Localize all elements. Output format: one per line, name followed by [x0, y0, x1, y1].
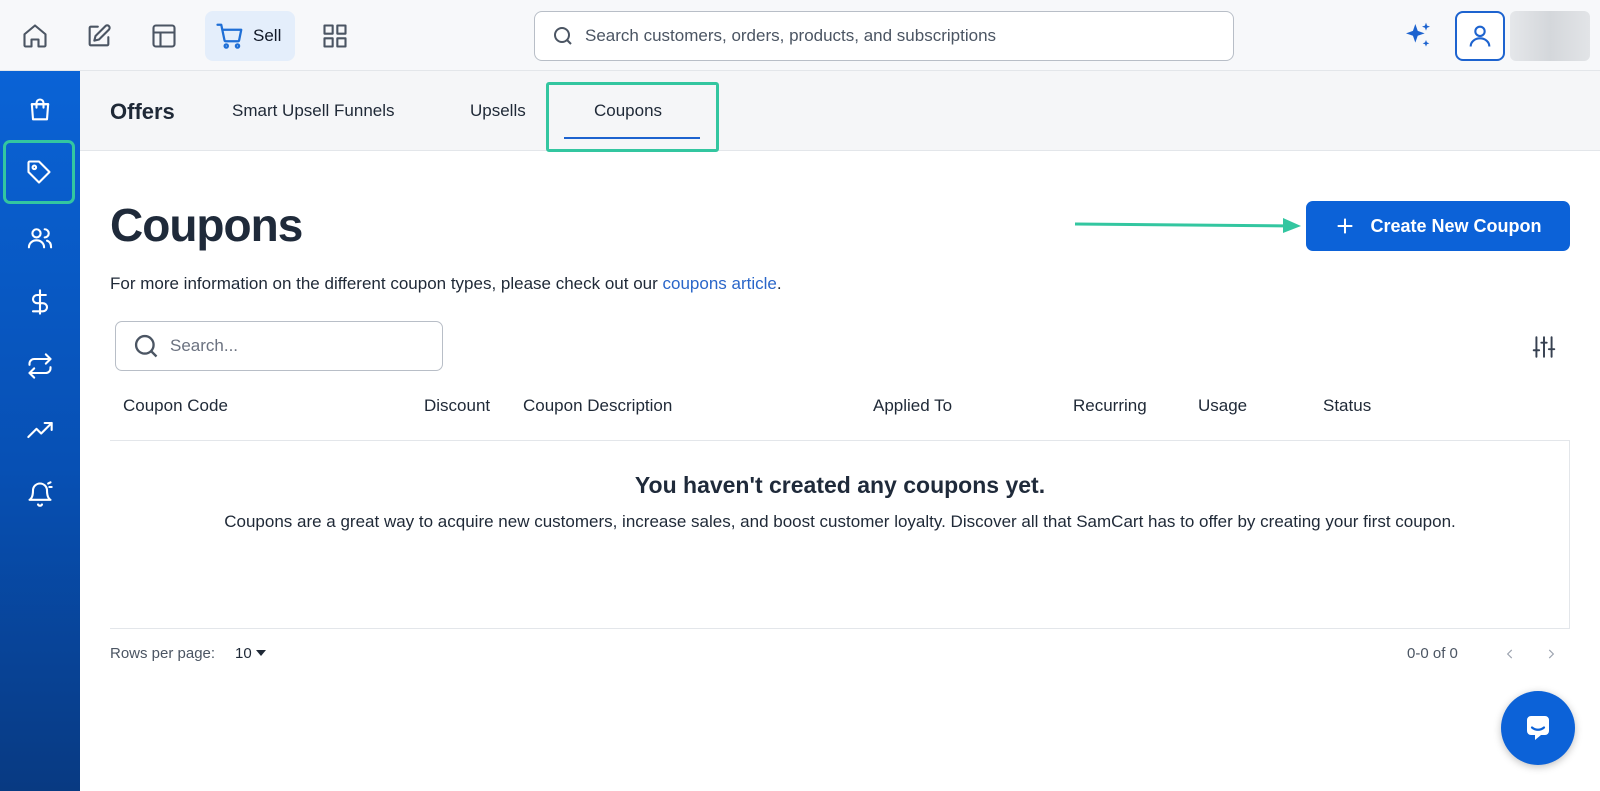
column-header-applied-to[interactable]: Applied To	[873, 396, 952, 416]
coupon-search-input[interactable]	[170, 336, 430, 356]
column-header-coupon-code[interactable]: Coupon Code	[123, 396, 228, 416]
chat-support-button[interactable]	[1501, 691, 1575, 765]
user-profile-button[interactable]	[1455, 11, 1505, 61]
top-bar: Sell	[0, 0, 1600, 71]
column-header-coupon-description[interactable]: Coupon Description	[523, 396, 672, 416]
trending-up-icon	[27, 421, 53, 439]
active-tab-indicator	[564, 137, 700, 139]
shopping-bag-icon	[30, 98, 50, 121]
page-title: Coupons	[110, 199, 303, 251]
search-icon	[554, 27, 572, 45]
avatar[interactable]	[1510, 11, 1590, 61]
global-search-input[interactable]	[585, 26, 1205, 46]
tag-icon	[27, 160, 51, 184]
column-settings-icon[interactable]	[1531, 334, 1557, 360]
info-prefix: For more information on the different co…	[110, 274, 663, 293]
sidebar-item-subscriptions[interactable]	[12, 338, 68, 394]
offers-subnav: Offers Smart Upsell Funnels Upsells Coup…	[80, 71, 1600, 152]
chat-icon	[1527, 716, 1549, 740]
column-header-recurring[interactable]: Recurring	[1073, 396, 1147, 416]
users-icon	[27, 228, 53, 249]
pointer-arrow	[1074, 218, 1301, 233]
column-header-status[interactable]: Status	[1323, 396, 1371, 416]
edit-icon[interactable]	[77, 14, 121, 58]
repeat-icon	[28, 353, 52, 379]
create-new-coupon-button[interactable]: Create New Coupon	[1306, 201, 1570, 251]
column-header-discount[interactable]: Discount	[424, 396, 490, 416]
sidebar-item-payments[interactable]	[12, 274, 68, 330]
sidebar-item-offers[interactable]	[3, 140, 75, 204]
chevron-left-icon	[1506, 649, 1513, 659]
coupons-table-empty-state	[110, 440, 1570, 629]
sidebar-item-customers[interactable]	[12, 210, 68, 266]
coupon-search[interactable]	[115, 321, 443, 371]
home-icon[interactable]	[13, 14, 57, 58]
pagination-count: 0-0 of 0	[1407, 645, 1458, 662]
rows-per-page-label: Rows per page:	[110, 645, 216, 662]
previous-page-button[interactable]	[1500, 644, 1520, 664]
tab-highlight-box	[546, 82, 719, 152]
next-page-button[interactable]	[1541, 644, 1561, 664]
global-search[interactable]	[534, 11, 1234, 61]
rows-per-page-select[interactable]: 10	[235, 645, 266, 662]
rows-per-page-value: 10	[235, 645, 252, 662]
plus-icon	[1338, 218, 1353, 234]
info-suffix: .	[776, 274, 782, 293]
dollar-icon	[31, 289, 49, 315]
coupons-article-link[interactable]: coupons article	[663, 274, 777, 293]
sidebar	[0, 71, 80, 791]
layout-icon[interactable]	[142, 14, 186, 58]
sparkle-icon[interactable]	[1402, 20, 1434, 52]
chevron-right-icon	[1548, 649, 1555, 659]
info-text: For more information on the different co…	[110, 274, 782, 294]
empty-state-description: Coupons are a great way to acquire new c…	[224, 512, 1456, 531]
tab-upsells[interactable]: Upsells	[470, 101, 526, 121]
tab-smart-upsell-funnels[interactable]: Smart Upsell Funnels	[232, 101, 395, 121]
search-icon	[134, 334, 158, 358]
empty-state-title: You haven't created any coupons yet.	[634, 472, 1046, 498]
sell-label: Sell	[253, 26, 282, 45]
sidebar-item-analytics[interactable]	[12, 402, 68, 458]
column-header-usage[interactable]: Usage	[1198, 396, 1247, 416]
user-icon	[1469, 25, 1491, 47]
sell-nav-button[interactable]: Sell	[205, 11, 295, 61]
create-button-label: Create New Coupon	[1370, 215, 1542, 236]
sidebar-item-products[interactable]	[12, 82, 68, 138]
section-title: Offers	[110, 99, 175, 124]
cart-icon	[216, 23, 243, 49]
caret-down-icon	[255, 649, 266, 656]
apps-grid-icon[interactable]	[313, 14, 357, 58]
